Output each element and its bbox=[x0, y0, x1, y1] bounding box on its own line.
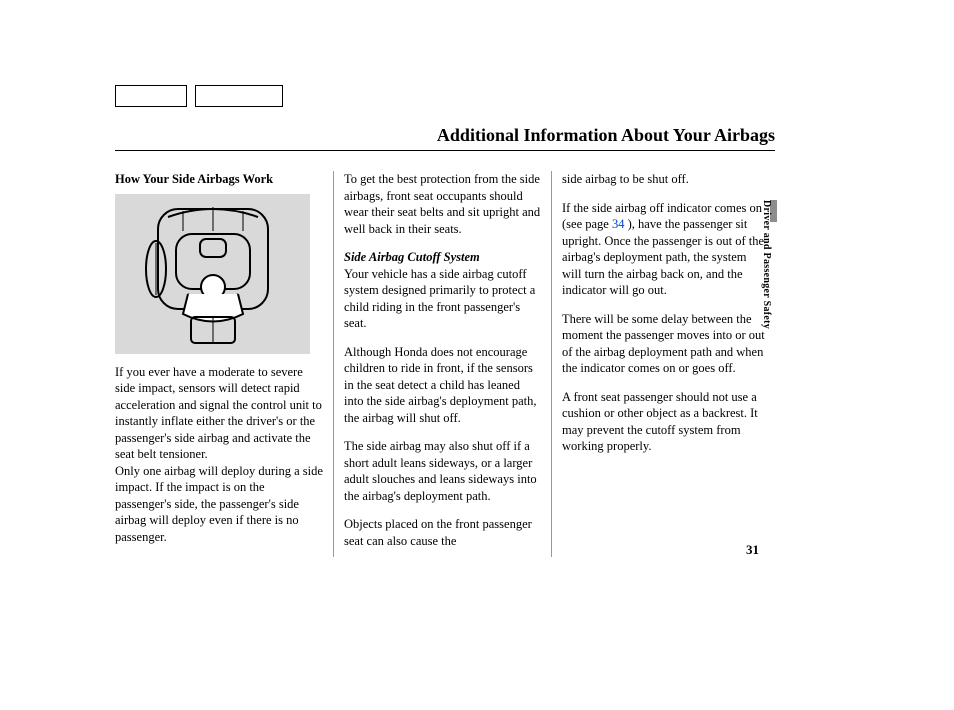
content-columns: How Your Side Airbags Work bbox=[115, 171, 775, 557]
col3-paragraph-4: A front seat passenger should not use a … bbox=[562, 389, 769, 455]
col3-paragraph-3: There will be some delay between the mom… bbox=[562, 311, 769, 377]
page-number: 31 bbox=[746, 542, 759, 558]
col1-paragraph-1: If you ever have a moderate to severe si… bbox=[115, 364, 323, 463]
section-side-label: Driver and Passenger Safety bbox=[761, 200, 772, 329]
col2-paragraph-1: To get the best protection from the side… bbox=[344, 171, 541, 237]
manual-page: Additional Information About Your Airbag… bbox=[115, 85, 775, 557]
seat-top-view-icon bbox=[128, 199, 298, 349]
col2-subhead: Side Airbag Cutoff System bbox=[344, 249, 541, 266]
col2-paragraph-2: Your vehicle has a side airbag cutoff sy… bbox=[344, 266, 541, 332]
col3-paragraph-2: If the side airbag off indicator comes o… bbox=[562, 200, 769, 299]
nav-button-2[interactable] bbox=[195, 85, 283, 107]
col1-paragraph-2: Only one airbag will deploy during a sid… bbox=[115, 463, 323, 546]
col2-paragraph-5: Objects placed on the front passenger se… bbox=[344, 516, 541, 549]
col2-paragraph-3: Although Honda does not encourage childr… bbox=[344, 344, 541, 427]
col1-subhead: How Your Side Airbags Work bbox=[115, 171, 323, 188]
column-3: side airbag to be shut off. If the side … bbox=[551, 171, 769, 557]
page-link-34[interactable]: 34 bbox=[612, 217, 625, 231]
nav-button-row bbox=[115, 85, 775, 107]
col3-paragraph-1: side airbag to be shut off. bbox=[562, 171, 769, 188]
seat-airbag-diagram bbox=[115, 194, 310, 354]
col2-paragraph-4: The side airbag may also shut off if a s… bbox=[344, 438, 541, 504]
section-side-tab: Driver and Passenger Safety bbox=[761, 200, 777, 390]
nav-button-1[interactable] bbox=[115, 85, 187, 107]
page-title: Additional Information About Your Airbag… bbox=[115, 125, 775, 151]
column-2: To get the best protection from the side… bbox=[333, 171, 551, 557]
column-1: How Your Side Airbags Work bbox=[115, 171, 333, 557]
